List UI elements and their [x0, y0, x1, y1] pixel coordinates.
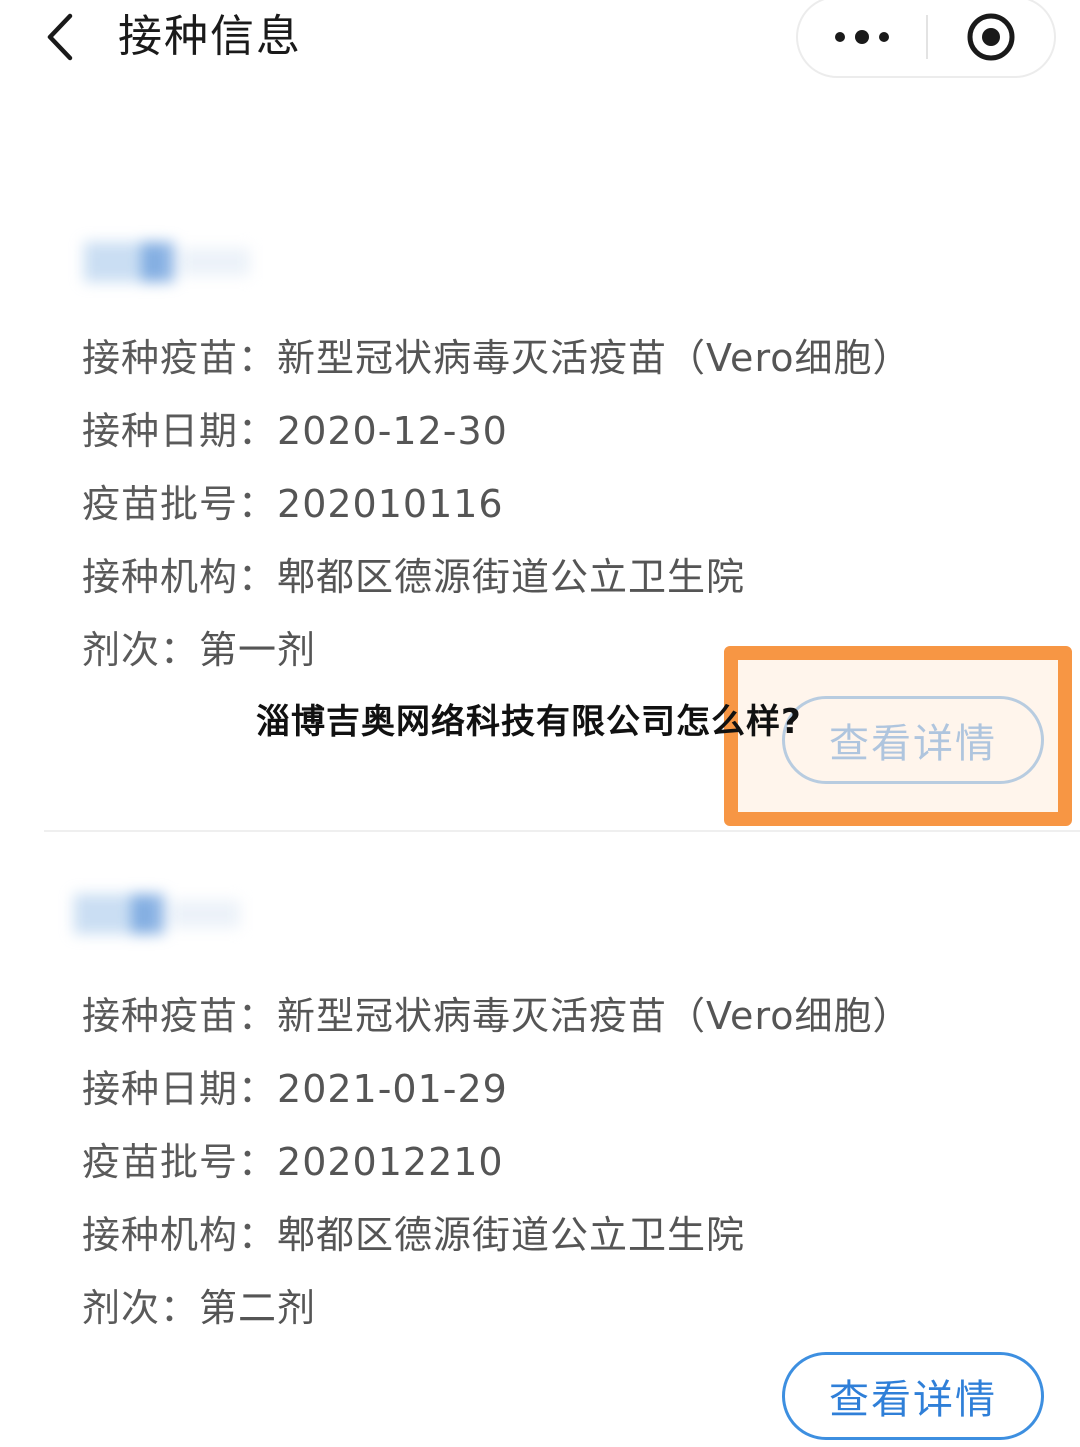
miniprogram-capsule — [796, 0, 1056, 78]
date-value: 2021-01-29 — [277, 1067, 508, 1111]
date-value: 2020-12-30 — [277, 409, 508, 453]
blurred-name — [80, 238, 260, 290]
batch-label: 疫苗批号： — [82, 482, 278, 526]
dose-value: 第一剂 — [199, 628, 317, 672]
batch-label: 疫苗批号： — [82, 1140, 278, 1184]
site-label: 接种机构： — [82, 1213, 278, 1257]
target-close-icon — [967, 13, 1015, 61]
site-field: 接种机构：郫都区德源街道公立卫生院 — [82, 1211, 745, 1259]
view-details-button[interactable]: 查看详情 — [782, 1352, 1044, 1440]
blurred-name — [70, 890, 250, 942]
batch-field: 疫苗批号：202010116 — [82, 480, 504, 528]
dose-field: 剂次：第一剂 — [82, 626, 316, 674]
vaccination-info-page: 接种信息 接种疫苗：新型冠状病毒灭活疫苗（Vero细胞） 接种日期：2020-1… — [0, 0, 1080, 1447]
record-divider — [44, 830, 1080, 832]
dose-label: 剂次： — [82, 628, 200, 672]
site-field: 接种机构：郫都区德源街道公立卫生院 — [82, 553, 745, 601]
site-value: 郫都区德源街道公立卫生院 — [277, 1213, 746, 1257]
more-dots-icon — [835, 30, 889, 44]
vaccine-value: 新型冠状病毒灭活疫苗（Vero细胞） — [277, 336, 912, 380]
vaccine-value: 新型冠状病毒灭活疫苗（Vero细胞） — [277, 994, 912, 1038]
vaccine-label: 接种疫苗： — [82, 336, 278, 380]
date-label: 接种日期： — [82, 409, 278, 453]
site-value: 郫都区德源街道公立卫生院 — [277, 555, 746, 599]
batch-field: 疫苗批号：202012210 — [82, 1138, 504, 1186]
back-button[interactable] — [34, 10, 84, 64]
vaccine-field: 接种疫苗：新型冠状病毒灭活疫苗（Vero细胞） — [82, 334, 911, 382]
date-label: 接种日期： — [82, 1067, 278, 1111]
batch-value: 202012210 — [277, 1140, 504, 1184]
page-title: 接种信息 — [118, 11, 302, 62]
nav-header: 接种信息 — [0, 0, 1080, 80]
dose-label: 剂次： — [82, 1286, 200, 1330]
site-label: 接种机构： — [82, 555, 278, 599]
close-button[interactable] — [928, 0, 1054, 76]
date-field: 接种日期：2020-12-30 — [82, 407, 508, 455]
vaccine-field: 接种疫苗：新型冠状病毒灭活疫苗（Vero细胞） — [82, 992, 911, 1040]
vaccine-label: 接种疫苗： — [82, 994, 278, 1038]
watermark-caption: 淄博吉奥网络科技有限公司怎么样? — [256, 702, 802, 742]
dose-field: 剂次：第二剂 — [82, 1284, 316, 1332]
dose-value: 第二剂 — [199, 1286, 317, 1330]
more-button[interactable] — [798, 0, 926, 76]
chevron-left-icon — [47, 13, 73, 61]
batch-value: 202010116 — [277, 482, 504, 526]
date-field: 接种日期：2021-01-29 — [82, 1065, 508, 1113]
